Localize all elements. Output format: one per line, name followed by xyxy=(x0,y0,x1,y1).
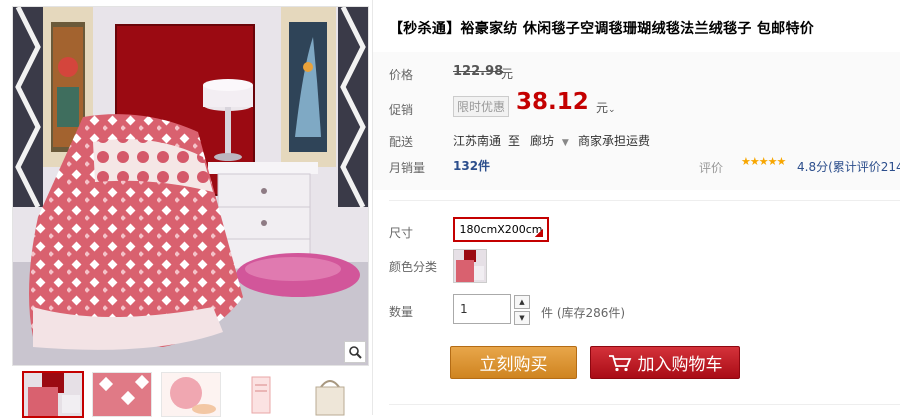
shipping-label: 配送 xyxy=(389,135,414,149)
promo-price: 38.12 xyxy=(516,89,589,115)
product-title: 【秒杀通】裕豪家纺 休闲毯子空调毯珊瑚绒毯法兰绒毯子 包邮特价 xyxy=(389,21,815,37)
original-price: 122.98 xyxy=(453,64,504,79)
sales-label: 月销量 xyxy=(389,161,426,175)
quantity-increase-button[interactable]: ▲ xyxy=(514,295,530,309)
promo-label: 促销 xyxy=(389,103,414,117)
ship-to-word: 至 xyxy=(508,134,521,148)
ship-destination: 廊坊 xyxy=(530,134,555,148)
size-label: 尺寸 xyxy=(389,226,414,240)
zoom-button[interactable] xyxy=(344,341,366,363)
buy-now-label: 立刻购买 xyxy=(479,355,548,375)
review-score-link[interactable]: 4.8分(累计评价214 xyxy=(797,158,900,175)
promo-price-unit-dropdown[interactable]: 元⌄ xyxy=(596,99,616,116)
add-to-cart-button[interactable]: 加入购物车 xyxy=(590,346,740,379)
ship-from: 江苏南通 xyxy=(453,134,502,148)
selected-check-icon xyxy=(535,229,543,237)
quantity-decrease-button[interactable]: ▼ xyxy=(514,311,530,325)
magnifier-icon xyxy=(349,346,362,359)
triangle-up-icon: ▲ xyxy=(519,298,525,306)
stock-info: 件 (库存286件) xyxy=(541,306,626,320)
buy-now-button[interactable]: 立刻购买 xyxy=(450,346,577,379)
quantity-input[interactable] xyxy=(453,294,511,324)
triangle-down-icon: ▼ xyxy=(519,314,525,322)
price-label: 价格 xyxy=(389,68,414,82)
color-option[interactable] xyxy=(453,249,487,283)
color-label: 颜色分类 xyxy=(389,260,438,274)
ship-destination-select[interactable]: 廊坊 ▼ xyxy=(530,132,569,149)
review-label: 评价 xyxy=(699,161,724,175)
shipping-note: 商家承担运费 xyxy=(578,134,651,148)
promo-badge: 限时优惠 xyxy=(453,96,510,117)
thumbnail-3[interactable] xyxy=(161,372,221,417)
bottom-divider xyxy=(389,404,900,405)
star-rating-icon: ★★★★★ xyxy=(741,155,786,168)
chevron-down-icon: ⌄ xyxy=(608,105,616,115)
original-price-unit: 元 xyxy=(501,67,514,81)
section-divider xyxy=(389,200,900,201)
bedroom-scene-illustration xyxy=(13,7,368,365)
thumbnail-1[interactable] xyxy=(22,371,84,418)
promo-price-unit: 元 xyxy=(596,101,609,115)
thumbnail-5[interactable] xyxy=(300,372,360,417)
thumbnail-4[interactable] xyxy=(231,372,291,417)
thumbnail-2[interactable] xyxy=(92,372,152,417)
shopping-cart-icon xyxy=(608,354,631,371)
quantity-label: 数量 xyxy=(389,305,414,319)
add-to-cart-label: 加入购物车 xyxy=(637,355,723,375)
monthly-sales: 132件 xyxy=(453,159,491,173)
caret-down-icon: ▼ xyxy=(561,138,569,148)
main-product-image[interactable] xyxy=(12,6,369,366)
thumbnail-strip xyxy=(12,368,372,418)
